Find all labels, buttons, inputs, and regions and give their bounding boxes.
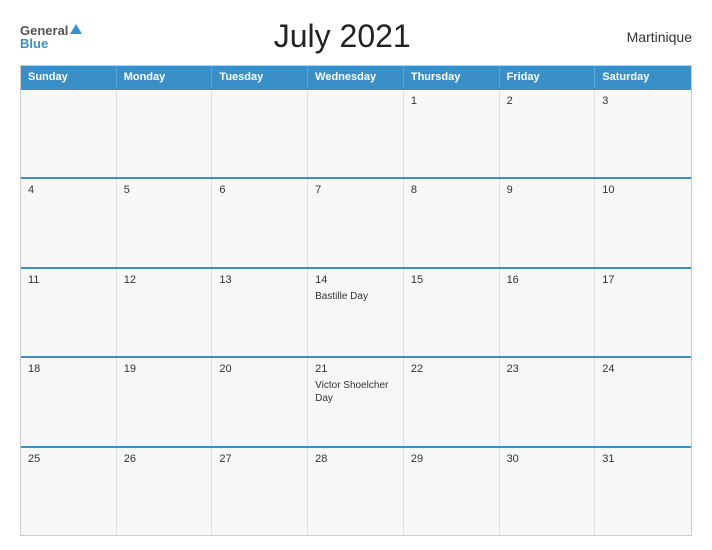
day-number: 21	[315, 363, 396, 375]
calendar-cell: 13	[212, 269, 308, 356]
day-event: Victor Shoelcher Day	[315, 379, 396, 405]
day-number: 9	[507, 184, 588, 196]
weekday-header: Saturday	[595, 66, 691, 88]
logo-general-text: General	[20, 24, 68, 37]
day-number: 14	[315, 274, 396, 286]
calendar-cell: 24	[595, 358, 691, 445]
calendar-cell: 4	[21, 179, 117, 266]
calendar-cell: 30	[500, 448, 596, 535]
weekday-header: Thursday	[404, 66, 500, 88]
day-number: 19	[124, 363, 205, 375]
calendar-cell: 17	[595, 269, 691, 356]
calendar-week: 25 26 27 28 29 30 31	[21, 446, 691, 535]
calendar-cell	[21, 90, 117, 177]
calendar-cell: 2	[500, 90, 596, 177]
calendar-cell: 5	[117, 179, 213, 266]
calendar-cell: 26	[117, 448, 213, 535]
day-number: 2	[507, 95, 588, 107]
day-number: 3	[602, 95, 684, 107]
calendar-cell: 14 Bastille Day	[308, 269, 404, 356]
calendar-cell: 27	[212, 448, 308, 535]
calendar-cell: 6	[212, 179, 308, 266]
day-number: 16	[507, 274, 588, 286]
day-number: 4	[28, 184, 109, 196]
day-number: 30	[507, 453, 588, 465]
day-number: 12	[124, 274, 205, 286]
calendar-cell: 25	[21, 448, 117, 535]
calendar-header: SundayMondayTuesdayWednesdayThursdayFrid…	[21, 66, 691, 88]
calendar-cell: 15	[404, 269, 500, 356]
calendar-cell: 19	[117, 358, 213, 445]
calendar-cell: 23	[500, 358, 596, 445]
day-event: Bastille Day	[315, 290, 396, 303]
calendar: SundayMondayTuesdayWednesdayThursdayFrid…	[20, 65, 692, 536]
day-number: 13	[219, 274, 300, 286]
calendar-cell	[308, 90, 404, 177]
calendar-week: 4 5 6 7 8 9 10	[21, 177, 691, 266]
calendar-week: 18 19 20 21 Victor Shoelcher Day 22 23 24	[21, 356, 691, 445]
day-number: 25	[28, 453, 109, 465]
calendar-cell: 21 Victor Shoelcher Day	[308, 358, 404, 445]
logo-triangle-icon	[70, 24, 82, 34]
weekday-header: Wednesday	[308, 66, 404, 88]
day-number: 23	[507, 363, 588, 375]
calendar-cell: 3	[595, 90, 691, 177]
calendar-cell: 9	[500, 179, 596, 266]
calendar-cell: 8	[404, 179, 500, 266]
month-title: July 2021	[82, 18, 602, 55]
calendar-cell: 16	[500, 269, 596, 356]
calendar-cell: 20	[212, 358, 308, 445]
logo-blue-text: Blue	[20, 37, 48, 50]
weekday-header: Sunday	[21, 66, 117, 88]
calendar-cell: 31	[595, 448, 691, 535]
calendar-page: General Blue July 2021 Martinique Sunday…	[0, 0, 712, 550]
calendar-cell	[212, 90, 308, 177]
day-number: 10	[602, 184, 684, 196]
region-label: Martinique	[602, 29, 692, 45]
logo: General Blue	[20, 24, 82, 50]
day-number: 26	[124, 453, 205, 465]
day-number: 17	[602, 274, 684, 286]
weekday-header: Monday	[117, 66, 213, 88]
calendar-week: 11 12 13 14 Bastille Day 15 16 17	[21, 267, 691, 356]
day-number: 18	[28, 363, 109, 375]
calendar-cell: 1	[404, 90, 500, 177]
header: General Blue July 2021 Martinique	[20, 18, 692, 55]
day-number: 7	[315, 184, 396, 196]
calendar-week: 1 2 3	[21, 88, 691, 177]
day-number: 6	[219, 184, 300, 196]
calendar-cell: 18	[21, 358, 117, 445]
weekday-header: Tuesday	[212, 66, 308, 88]
day-number: 24	[602, 363, 684, 375]
calendar-cell: 11	[21, 269, 117, 356]
calendar-cell: 28	[308, 448, 404, 535]
day-number: 8	[411, 184, 492, 196]
calendar-cell: 10	[595, 179, 691, 266]
weekday-header: Friday	[500, 66, 596, 88]
calendar-cell: 29	[404, 448, 500, 535]
day-number: 27	[219, 453, 300, 465]
day-number: 28	[315, 453, 396, 465]
day-number: 15	[411, 274, 492, 286]
calendar-cell: 12	[117, 269, 213, 356]
calendar-cell: 7	[308, 179, 404, 266]
calendar-cell: 22	[404, 358, 500, 445]
calendar-cell	[117, 90, 213, 177]
day-number: 11	[28, 274, 109, 286]
day-number: 1	[411, 95, 492, 107]
day-number: 5	[124, 184, 205, 196]
day-number: 20	[219, 363, 300, 375]
day-number: 29	[411, 453, 492, 465]
day-number: 31	[602, 453, 684, 465]
calendar-body: 1234567891011121314Bastille Day151617181…	[21, 88, 691, 535]
day-number: 22	[411, 363, 492, 375]
